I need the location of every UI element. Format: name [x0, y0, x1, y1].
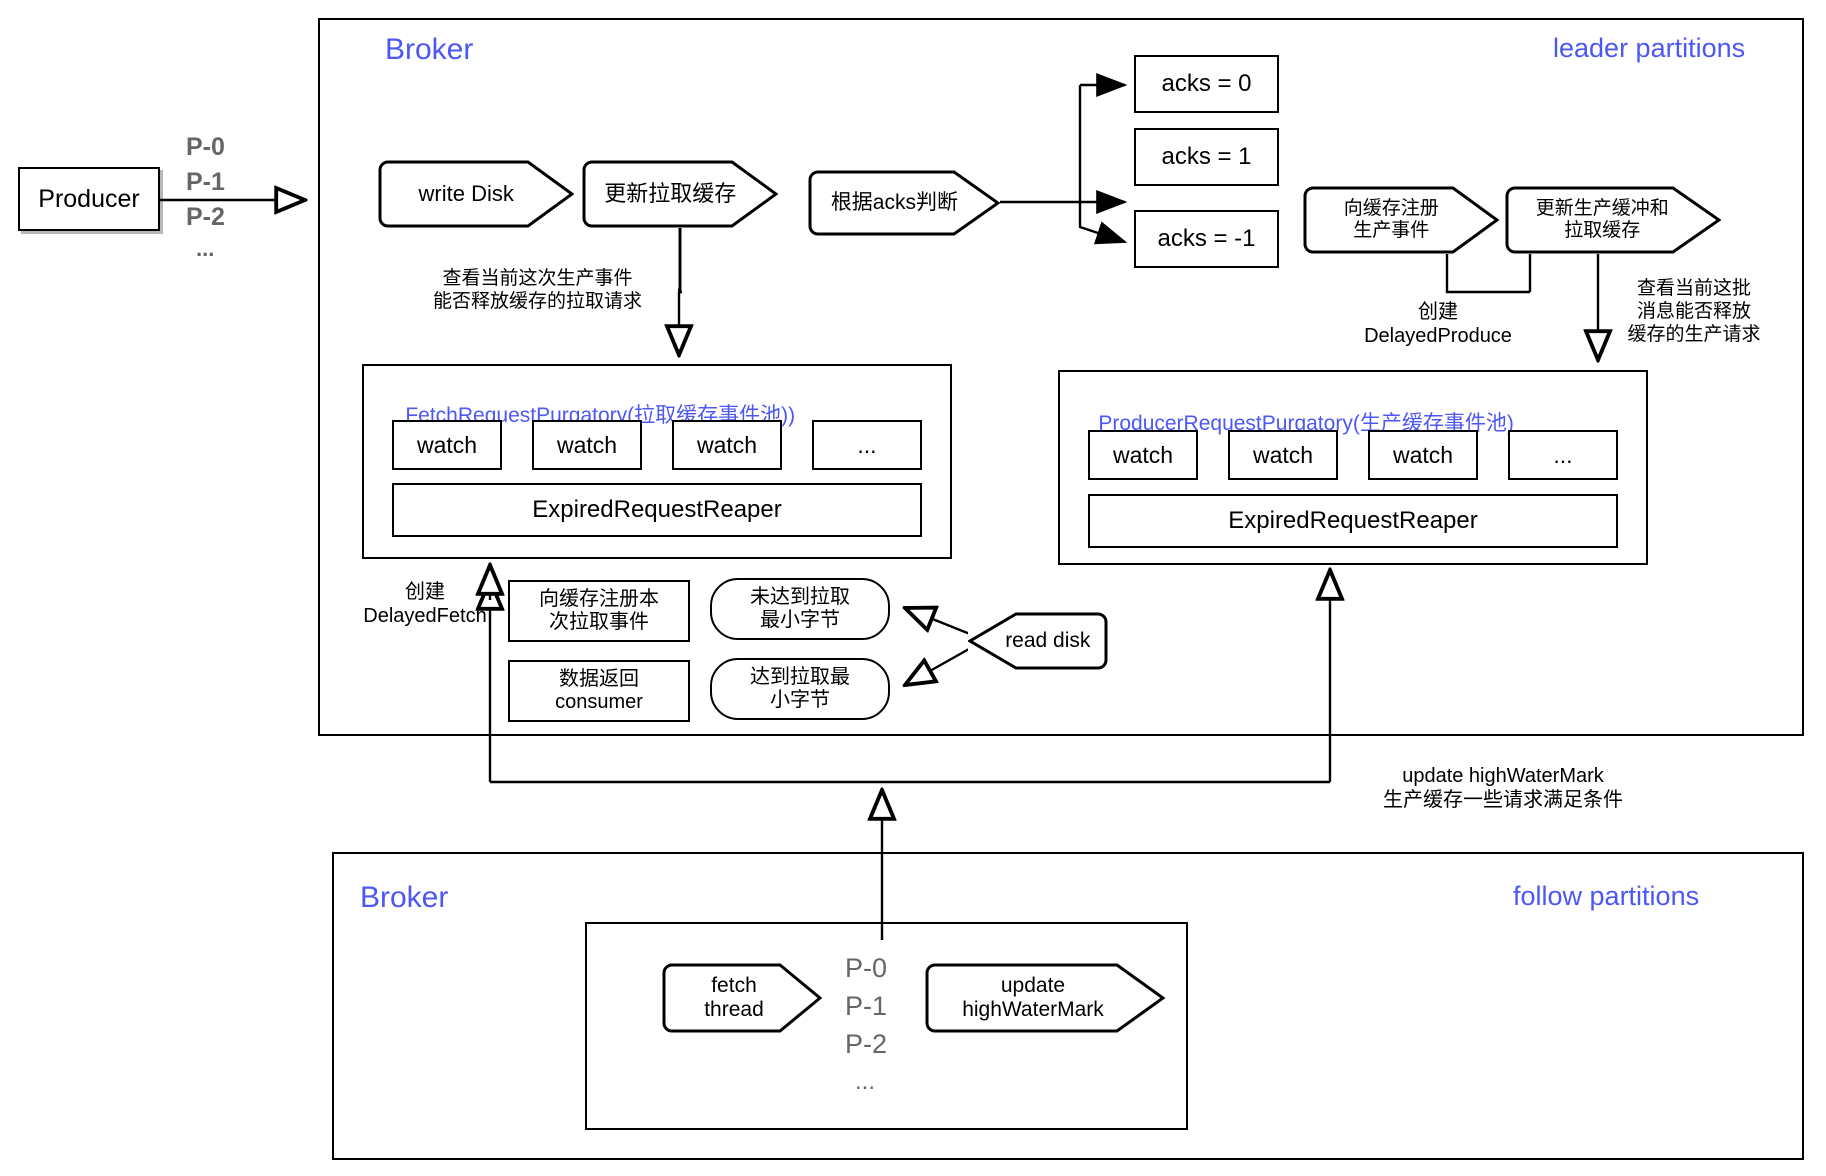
- producer-watch-ellipsis-label: ...: [1553, 441, 1573, 468]
- note-create-delayed-produce: 创建 DelayedProduce: [1364, 301, 1512, 347]
- fetch-expired-request-reaper: ExpiredRequestReaper: [392, 483, 922, 537]
- update-highwatermark-label: update highWaterMark: [962, 973, 1104, 1021]
- write-disk-label: write Disk: [418, 181, 514, 207]
- producer-partition-p0: P-0: [186, 133, 225, 161]
- update-produce-fetch-cache-label: 更新生产缓冲和 拉取缓存: [1535, 198, 1669, 241]
- data-return-consumer-label: 数据返回 consumer: [555, 668, 643, 713]
- acks-minus1-box: acks = -1: [1134, 210, 1279, 268]
- producer-watch-0-label: watch: [1112, 441, 1174, 468]
- follow-partitions-label: follow partitions: [1513, 881, 1700, 911]
- acks-0-box: acks = 0: [1134, 55, 1279, 113]
- acks-minus1-label: acks = -1: [1157, 225, 1256, 253]
- reached-min-bytes-box: 达到拉取最 小字节: [710, 658, 890, 720]
- follower-broker-title: Broker: [360, 881, 449, 914]
- update-highwatermark-note: update highWaterMark 生产缓存一些请求满足条件: [1383, 765, 1623, 811]
- fetch-watch-0: watch: [392, 420, 502, 470]
- fetch-watch-1: watch: [532, 420, 642, 470]
- diagram-canvas: Producer P-0 P-1 P-2 ... Broker leader p…: [0, 0, 1826, 1176]
- update-highwatermark-step: update highWaterMark: [925, 963, 1165, 1033]
- fetch-reaper-label: ExpiredRequestReaper: [532, 496, 782, 524]
- producer-partition-more: ...: [196, 236, 215, 261]
- fetch-watch-ellipsis-label: ...: [857, 431, 877, 458]
- update-fetch-cache-label: 更新拉取缓存: [604, 181, 737, 207]
- below-min-bytes-label: 未达到拉取 最小字节: [750, 586, 850, 631]
- note-release-fetch-requests: 查看当前这次生产事件 能否释放缓存的拉取请求: [432, 268, 642, 312]
- reached-min-bytes-label: 达到拉取最 小字节: [750, 666, 850, 711]
- fetch-watch-1-label: watch: [556, 431, 618, 458]
- fetch-watch-0-label: watch: [416, 431, 478, 458]
- acks-1-label: acks = 1: [1161, 143, 1252, 171]
- write-disk-step: write Disk: [378, 160, 574, 228]
- producer-watch-0: watch: [1088, 430, 1198, 480]
- fetch-watch-ellipsis: ...: [812, 420, 922, 470]
- producer-label: Producer: [38, 184, 140, 213]
- note-create-delayed-fetch: 创建 DelayedFetch: [363, 581, 487, 627]
- producer-watch-2-label: watch: [1392, 441, 1454, 468]
- producer-box: Producer: [18, 167, 160, 231]
- fetch-thread-step: fetch thread: [662, 963, 822, 1033]
- producer-watch-2: watch: [1368, 430, 1478, 480]
- follower-partition-p2: P-2: [845, 1029, 888, 1059]
- register-fetch-event-label: 向缓存注册本 次拉取事件: [539, 588, 659, 633]
- data-return-consumer-box: 数据返回 consumer: [508, 660, 690, 722]
- producer-partition-p1: P-1: [186, 168, 225, 196]
- register-produce-event-step: 向缓存注册 生产事件: [1303, 186, 1499, 254]
- below-min-bytes-box: 未达到拉取 最小字节: [710, 578, 890, 640]
- producer-watch-1: watch: [1228, 430, 1338, 480]
- acks-0-label: acks = 0: [1161, 70, 1252, 98]
- fetch-watch-2: watch: [672, 420, 782, 470]
- leader-broker-title: Broker: [385, 33, 474, 66]
- follower-partition-p1: P-1: [845, 991, 888, 1021]
- update-fetch-cache-step: 更新拉取缓存: [582, 160, 778, 228]
- read-disk-label: read disk: [1005, 628, 1091, 652]
- read-disk-step: read disk: [968, 612, 1108, 670]
- register-produce-event-label: 向缓存注册 生产事件: [1343, 198, 1439, 241]
- producer-watch-1-label: watch: [1252, 441, 1314, 468]
- leader-partitions-label: leader partitions: [1553, 33, 1746, 63]
- fetch-watch-2-label: watch: [696, 431, 758, 458]
- producer-expired-request-reaper: ExpiredRequestReaper: [1088, 494, 1618, 548]
- follower-partition-more: ...: [855, 1068, 876, 1095]
- fetch-thread-label: fetch thread: [704, 973, 764, 1021]
- acks-1-box: acks = 1: [1134, 128, 1279, 186]
- follower-partition-p0: P-0: [845, 953, 888, 983]
- update-produce-fetch-cache-step: 更新生产缓冲和 拉取缓存: [1505, 186, 1721, 254]
- judge-acks-label: 根据acks判断: [830, 190, 958, 214]
- note-release-produce-requests: 查看当前这批 消息能否释放 缓存的生产请求: [1627, 278, 1761, 345]
- producer-reaper-label: ExpiredRequestReaper: [1228, 507, 1478, 535]
- judge-acks-step: 根据acks判断: [808, 170, 1000, 236]
- register-fetch-event-box: 向缓存注册本 次拉取事件: [508, 580, 690, 642]
- producer-watch-ellipsis: ...: [1508, 430, 1618, 480]
- producer-partition-p2: P-2: [186, 203, 225, 231]
